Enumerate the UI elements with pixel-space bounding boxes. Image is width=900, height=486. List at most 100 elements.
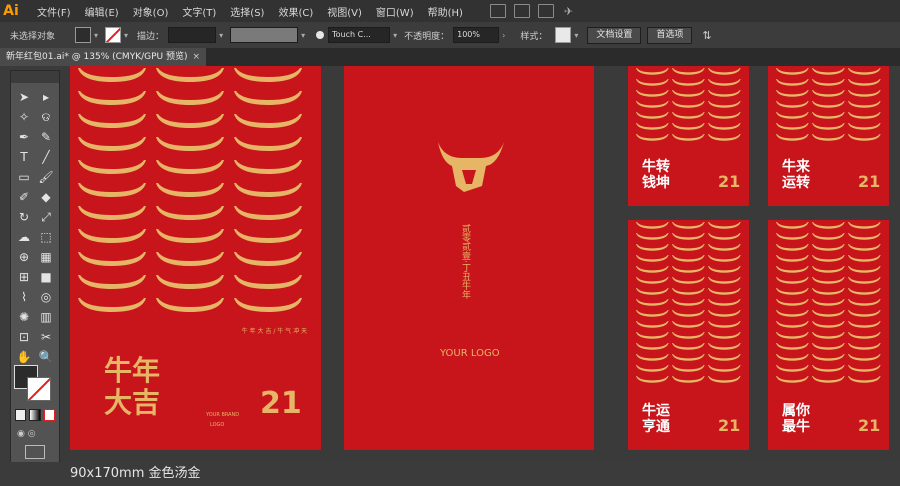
horn-shape xyxy=(78,160,146,174)
opacity-field[interactable]: 100% xyxy=(453,27,500,43)
workspace-icon[interactable] xyxy=(537,4,554,18)
horn-shape xyxy=(636,266,669,273)
rectangle-tool-icon[interactable]: ▭ xyxy=(13,167,35,187)
horn-shape xyxy=(776,277,809,284)
variable-width-field[interactable] xyxy=(230,27,299,43)
gradient-icon[interactable] xyxy=(29,409,41,421)
pen-tool-icon[interactable]: ✒ xyxy=(13,127,35,147)
document-tab[interactable]: 新年红包01.ai* @ 135% (CMYK/GPU 预览) × xyxy=(0,48,206,66)
horn-shape xyxy=(776,68,809,75)
horn-shape xyxy=(636,343,669,350)
chevron-down-icon[interactable]: ▾ xyxy=(574,31,578,40)
headline-line-1: 属你 xyxy=(782,403,810,419)
publish-icon[interactable]: ✈ xyxy=(564,5,573,18)
stroke-weight-field[interactable] xyxy=(168,27,217,43)
menu-help[interactable]: 帮助(H) xyxy=(421,4,470,19)
tools-panel-header[interactable] xyxy=(11,71,59,83)
menu-effect[interactable]: 效果(C) xyxy=(271,4,320,19)
artboard-2[interactable]: 贰零贰壹·丁丑牛年 YOUR LOGO xyxy=(344,66,594,450)
stroke-color-box[interactable] xyxy=(27,377,51,401)
horn-shape xyxy=(848,321,881,328)
horn-shape xyxy=(848,266,881,273)
eyedropper-tool-icon[interactable]: ⌇ xyxy=(13,287,35,307)
chevron-down-icon[interactable]: ▾ xyxy=(301,31,305,40)
horn-shape xyxy=(636,90,669,97)
brush-field[interactable]: Touch C... xyxy=(328,27,391,43)
color-mode-buttons[interactable] xyxy=(15,409,55,421)
chevron-down-icon[interactable]: ▾ xyxy=(219,31,223,40)
horn-shape xyxy=(812,222,845,229)
lasso-tool-icon[interactable]: ଡ xyxy=(35,107,57,127)
artboard-4[interactable]: 牛来 运转 21 xyxy=(768,66,889,206)
horn-shape xyxy=(672,321,705,328)
br-icon[interactable] xyxy=(489,4,506,18)
menu-object[interactable]: 对象(O) xyxy=(126,4,176,19)
warp-tool-icon[interactable]: ☁ xyxy=(13,227,35,247)
artboard-1[interactable]: 牛 年 大 吉 / 牛 气 冲 天 牛年 大吉 YOUR BRAND LOGO … xyxy=(70,66,321,450)
menu-select[interactable]: 选择(S) xyxy=(223,4,271,19)
color-icon[interactable] xyxy=(15,409,27,421)
canvas[interactable]: 牛 年 大 吉 / 牛 气 冲 天 牛年 大吉 YOUR BRAND LOGO … xyxy=(60,66,900,462)
shaper-tool-icon[interactable]: ✐ xyxy=(13,187,35,207)
horn-shape xyxy=(848,354,881,361)
preferences-button[interactable]: 首选项 xyxy=(647,26,693,44)
fill-stroke-control[interactable] xyxy=(13,363,57,403)
horn-shape xyxy=(636,277,669,284)
menu-file[interactable]: 文件(F) xyxy=(30,4,78,19)
chevron-down-icon[interactable]: ▾ xyxy=(393,31,397,40)
horn-shape xyxy=(672,365,705,372)
st-icon[interactable] xyxy=(513,4,530,18)
rotate-tool-icon[interactable]: ↻ xyxy=(13,207,35,227)
type-tool-icon[interactable]: T xyxy=(13,147,35,167)
horn-shape xyxy=(636,123,669,130)
curvature-tool-icon[interactable]: ✎ xyxy=(35,127,57,147)
direct-selection-tool-icon[interactable]: ▸ xyxy=(35,87,57,107)
horn-shape xyxy=(776,79,809,86)
close-icon[interactable]: × xyxy=(192,48,200,66)
blend-tool-icon[interactable]: ◎ xyxy=(35,287,57,307)
fill-swatch[interactable] xyxy=(75,27,92,43)
eraser-tool-icon[interactable]: ◆ xyxy=(35,187,57,207)
artboard-tool-icon[interactable]: ⊡ xyxy=(13,327,35,347)
none-icon[interactable] xyxy=(43,409,55,421)
chevron-down-icon[interactable]: ▾ xyxy=(124,31,128,40)
artboard-5[interactable]: 牛运 亨通 21 xyxy=(628,220,749,450)
perspective-tool-icon[interactable]: ▦ xyxy=(35,247,57,267)
horn-shape xyxy=(812,321,845,328)
line-tool-icon[interactable]: ╱ xyxy=(35,147,57,167)
selection-tool-icon[interactable]: ➤ xyxy=(13,87,35,107)
menu-view[interactable]: 视图(V) xyxy=(320,4,369,19)
slice-tool-icon[interactable]: ✂ xyxy=(35,327,57,347)
menu-type[interactable]: 文字(T) xyxy=(175,4,223,19)
horn-shape xyxy=(708,310,741,317)
artboard-6[interactable]: 属你 最牛 21 xyxy=(768,220,889,450)
horn-shape xyxy=(776,101,809,108)
horn-shape xyxy=(672,310,705,317)
draw-mode-icon[interactable]: ◉ ◎ xyxy=(17,429,47,439)
menu-window[interactable]: 窗口(W) xyxy=(369,4,421,19)
chevron-down-icon[interactable]: ▾ xyxy=(94,31,98,40)
symbol-sprayer-tool-icon[interactable]: ✺ xyxy=(13,307,35,327)
document-setup-button[interactable]: 文档设置 xyxy=(587,26,642,44)
horn-shape xyxy=(708,321,741,328)
mesh-tool-icon[interactable]: ⊞ xyxy=(13,267,35,287)
horn-shape xyxy=(848,277,881,284)
horn-shape xyxy=(708,354,741,361)
arrange-icon[interactable]: ⇅ xyxy=(702,29,711,42)
free-transform-tool-icon[interactable]: ⬚ xyxy=(35,227,57,247)
horn-shape xyxy=(672,123,705,130)
column-graph-tool-icon[interactable]: ▥ xyxy=(35,307,57,327)
shape-builder-tool-icon[interactable]: ⊕ xyxy=(13,247,35,267)
screen-mode-icon[interactable] xyxy=(25,445,45,459)
gradient-tool-icon[interactable]: ■ xyxy=(35,267,57,287)
magic-wand-tool-icon[interactable]: ✧ xyxy=(13,107,35,127)
chevron-right-icon[interactable]: › xyxy=(502,31,505,40)
scale-tool-icon[interactable]: ⤢ xyxy=(35,207,57,227)
paintbrush-tool-icon[interactable]: 🖌 xyxy=(35,167,57,187)
artboard-3[interactable]: 牛转 钱坤 21 xyxy=(628,66,749,206)
stroke-swatch[interactable] xyxy=(105,27,122,43)
style-swatch[interactable] xyxy=(555,27,572,43)
app-logo: Ai xyxy=(3,3,19,19)
menu-edit[interactable]: 编辑(E) xyxy=(78,4,126,19)
year-mark: 21 xyxy=(718,416,741,435)
